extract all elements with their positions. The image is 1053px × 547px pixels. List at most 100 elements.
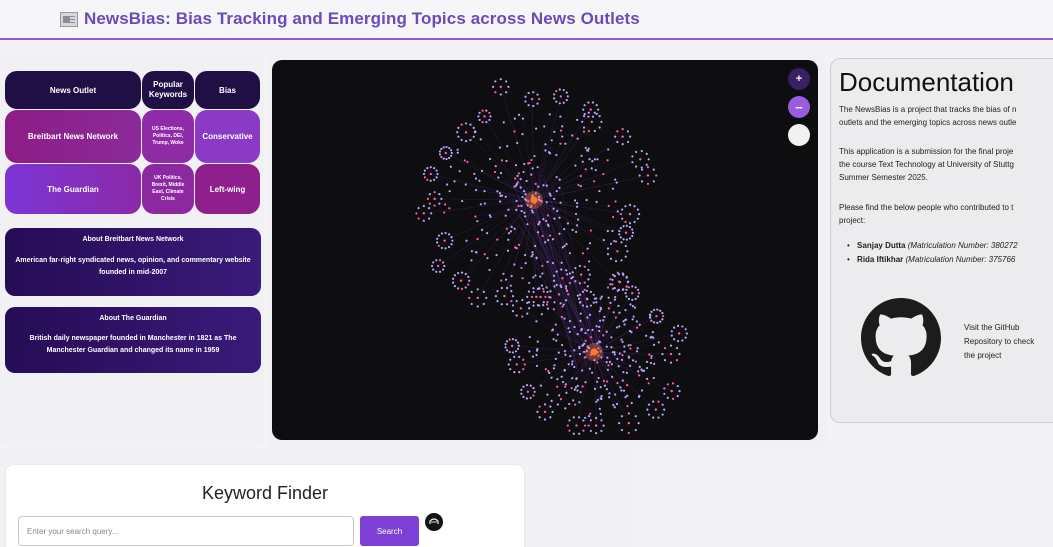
- graph-node: [624, 220, 627, 224]
- graph-node: [648, 316, 652, 319]
- graph-edges: [423, 86, 680, 426]
- graph-node: [502, 121, 505, 124]
- graph-node: [516, 347, 520, 350]
- graph-node: [617, 365, 620, 368]
- graph-node: [571, 377, 574, 380]
- graph-node: [535, 320, 538, 323]
- graph-node: [615, 402, 619, 406]
- graph-node: [596, 398, 600, 402]
- graph-node: [529, 384, 532, 387]
- doc-paragraph-3: Please find the below people who contrib…: [839, 201, 1013, 227]
- graph-node: [540, 284, 544, 287]
- network-graph[interactable]: + −: [272, 60, 818, 440]
- graph-node: [583, 342, 586, 345]
- network-graph-canvas[interactable]: [272, 60, 818, 440]
- graph-node: [470, 290, 473, 293]
- graph-node: [627, 421, 631, 425]
- reset-zoom-button[interactable]: [788, 124, 810, 146]
- graph-node: [438, 270, 442, 273]
- graph-node: [573, 199, 577, 202]
- graph-node: [587, 278, 590, 281]
- graph-node: [659, 320, 662, 323]
- about-guardian-title: About The Guardian: [99, 315, 167, 322]
- graph-node: [561, 380, 565, 384]
- graph-node: [629, 347, 632, 350]
- graph-node: [578, 347, 581, 350]
- chat-icon-glyph: [429, 518, 439, 524]
- github-icon[interactable]: [861, 297, 941, 379]
- graph-node: [656, 321, 659, 324]
- graph-node: [482, 302, 485, 306]
- graph-node: [673, 338, 676, 341]
- github-link-line[interactable]: Visit the GitHub: [964, 321, 1034, 335]
- graph-node: [576, 333, 579, 336]
- graph-node: [443, 203, 447, 206]
- graph-node: [650, 356, 653, 359]
- graph-node: [561, 246, 564, 249]
- graph-node: [496, 300, 499, 303]
- graph-node: [580, 329, 583, 332]
- zoom-in-button[interactable]: +: [788, 68, 810, 90]
- graph-node: [459, 279, 463, 282]
- graph-node: [510, 275, 513, 278]
- graph-node: [584, 339, 587, 342]
- graph-node: [611, 278, 614, 281]
- graph-node: [630, 401, 633, 405]
- graph-node: [518, 355, 521, 358]
- search-button[interactable]: Search: [360, 516, 419, 546]
- graph-node: [582, 419, 585, 422]
- graph-node: [515, 299, 518, 303]
- graph-node: [546, 300, 549, 304]
- graph-node: [583, 288, 586, 291]
- graph-node: [472, 135, 475, 138]
- graph-node: [528, 335, 531, 339]
- graph-node: [648, 313, 652, 316]
- graph-node: [600, 429, 603, 433]
- graph-node: [568, 281, 572, 285]
- graph-node: [627, 431, 630, 435]
- github-link-text[interactable]: Visit the GitHub Repository to check the…: [964, 321, 1034, 363]
- graph-node: [594, 168, 597, 172]
- graph-node: [524, 262, 527, 265]
- graph-node: [513, 263, 516, 266]
- graph-node: [525, 384, 529, 387]
- graph-node: [505, 349, 509, 352]
- github-link-line[interactable]: Repository to check: [964, 335, 1034, 349]
- graph-node: [541, 264, 544, 267]
- graph-node: [515, 184, 518, 187]
- graph-node: [592, 293, 595, 296]
- graph-node: [582, 126, 586, 129]
- graph-node: [541, 272, 544, 275]
- graph-node: [675, 359, 679, 362]
- graph-node: [517, 204, 520, 208]
- graph-node: [552, 308, 556, 311]
- search-input[interactable]: [18, 516, 354, 546]
- graph-node: [538, 416, 541, 419]
- row-keywords-guardian: UK Politics, Brexit, Middle East, Climat…: [142, 164, 194, 214]
- graph-node: [652, 168, 655, 171]
- graph-node: [532, 91, 535, 94]
- graph-node: [422, 172, 426, 176]
- graph-node: [504, 343, 507, 346]
- graph-node: [555, 190, 558, 193]
- graph-node: [629, 135, 632, 138]
- graph-node: [488, 111, 491, 114]
- graph-node: [508, 350, 511, 354]
- graph-node: [614, 240, 618, 243]
- graph-node: [541, 234, 544, 238]
- graph-node: [506, 145, 509, 148]
- graph-node: [613, 406, 616, 409]
- graph-node: [640, 389, 644, 392]
- chat-icon[interactable]: [425, 513, 443, 531]
- graph-node: [587, 129, 590, 133]
- contributors-list: Sanjay Dutta (Matriculation Number: 3802…: [847, 239, 1018, 267]
- zoom-out-button[interactable]: −: [788, 96, 810, 118]
- graph-node: [657, 341, 660, 344]
- graph-node: [647, 403, 651, 406]
- graph-node: [485, 296, 488, 299]
- header-popular-keywords: Popular Keywords: [142, 71, 194, 109]
- page-title-text: NewsBias: Bias Tracking and Emerging Top…: [84, 9, 640, 28]
- graph-node: [476, 220, 479, 223]
- github-link-line[interactable]: the project: [964, 349, 1034, 363]
- graph-node: [527, 91, 530, 95]
